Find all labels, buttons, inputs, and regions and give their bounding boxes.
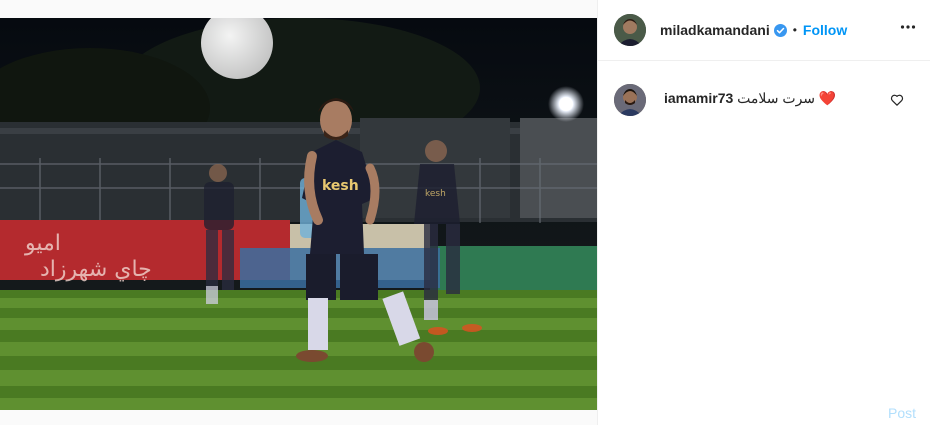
post-header: miladkamandani • Follow (598, 0, 930, 61)
heart-outline-icon[interactable] (890, 93, 904, 107)
verified-badge-icon (773, 23, 787, 37)
post-button[interactable]: Post (888, 405, 916, 421)
svg-text:اميو: اميو (24, 231, 61, 256)
author-username[interactable]: miladkamandani (660, 22, 770, 38)
post-side-panel: miladkamandani • Follow iamamir73 سرت سل… (597, 0, 930, 425)
more-options-icon[interactable] (899, 18, 917, 36)
svg-text:kesh: kesh (425, 189, 446, 199)
author-avatar[interactable] (614, 14, 646, 46)
follow-button[interactable]: Follow (803, 22, 847, 38)
comment-item: iamamir73 سرت سلامت ❤️ (614, 84, 919, 116)
commenter-avatar[interactable] (614, 84, 646, 116)
comment-text: سرت سلامت ❤️ (737, 90, 837, 106)
football-match-photo: اميو چاي شهرزاد kesh kesh (0, 18, 597, 410)
commenter-avatar-image (614, 84, 646, 116)
commenter-username[interactable]: iamamir73 (664, 90, 733, 106)
svg-text:kesh: kesh (322, 178, 359, 194)
instagram-post-modal: اميو چاي شهرزاد kesh kesh miladkamandani… (0, 0, 930, 425)
comment-body: iamamir73 سرت سلامت ❤️ (664, 89, 836, 107)
svg-text:چاي شهرزاد: چاي شهرزاد (40, 257, 152, 282)
author-avatar-image (614, 14, 646, 46)
post-photo[interactable]: اميو چاي شهرزاد kesh kesh (0, 18, 597, 410)
header-separator: • (792, 23, 797, 37)
